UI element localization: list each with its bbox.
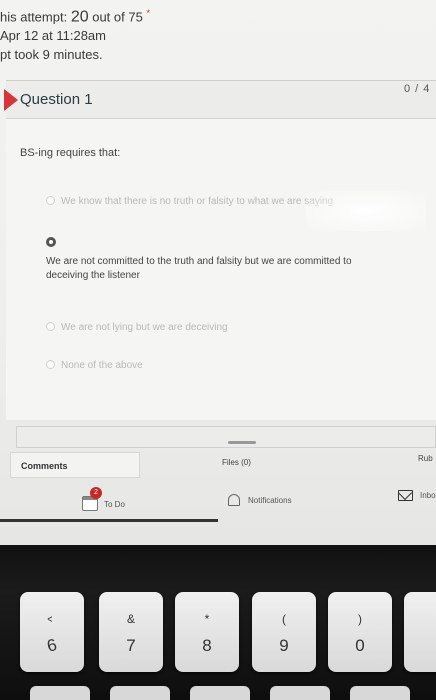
key-lower-row[interactable]	[190, 686, 250, 700]
key-symbol: *	[204, 612, 210, 626]
key-symbol: (	[282, 612, 286, 626]
drawer-drag-handle[interactable]	[228, 441, 256, 444]
key-6[interactable]: ^ 6	[20, 592, 84, 672]
key-digit: 0	[355, 636, 365, 655]
answer-option-selected[interactable]: We are not committed to the truth and fa…	[46, 237, 396, 283]
radio-button-icon	[46, 322, 55, 331]
key-symbol: )	[358, 612, 362, 626]
bottom-navigation: 2 To Do Notifications Inbo	[0, 484, 436, 524]
attempt-submitted-date: Apr 12 at 11:28am	[0, 28, 106, 44]
screen-glare	[306, 191, 426, 231]
screen: his attempt: 20 out of 75 * Apr 12 at 11…	[0, 0, 436, 545]
key-lower-row[interactable]	[110, 686, 170, 700]
key-digit: 9	[279, 636, 289, 655]
answer-text: We are not lying but we are deceiving	[61, 322, 228, 333]
active-tab-indicator	[0, 519, 218, 522]
envelope-icon	[398, 490, 413, 501]
attempt-score-value: 20	[70, 8, 89, 26]
feedback-tabbar: Comments Files (0) Rub	[0, 452, 436, 480]
answer-text: We know that there is no truth or falsit…	[61, 196, 334, 207]
key-symbol: &	[126, 612, 135, 626]
tab-files[interactable]: Files (0)	[222, 458, 251, 467]
key-digit: 8	[202, 636, 212, 655]
key-digit: 7	[126, 636, 136, 655]
answer-text: We are not committed to the truth and fa…	[46, 256, 352, 281]
nav-inbox-label: Inbo	[420, 491, 436, 500]
incorrect-flag-icon	[4, 89, 18, 111]
answer-option[interactable]: We are not lying but we are deceiving	[46, 321, 228, 335]
key-0[interactable]: ) 0	[328, 592, 392, 672]
key-minus[interactable]	[404, 592, 436, 672]
radio-button-icon	[46, 360, 55, 369]
key-lower-row[interactable]	[270, 686, 330, 700]
attempt-score-suffix: out of 75	[88, 9, 143, 25]
question-header: Question 1 0 / 4	[4, 81, 436, 119]
attempt-score-prefix: his attempt:	[0, 9, 71, 25]
key-7[interactable]: & 7	[99, 592, 163, 672]
bell-icon	[228, 494, 240, 506]
question-card: Question 1 0 / 4 BS-ing requires that: W…	[4, 80, 436, 420]
question-text: BS-ing requires that:	[20, 147, 121, 159]
key-8[interactable]: * 8	[175, 592, 239, 672]
next-question-strip	[16, 426, 436, 448]
attempt-duration: pt took 9 minutes.	[0, 47, 103, 63]
radio-button-icon	[46, 196, 55, 205]
key-9[interactable]: ( 9	[252, 592, 316, 672]
required-mark: *	[146, 8, 150, 18]
nav-todo-label: To Do	[104, 500, 125, 509]
question-title: Question 1	[20, 91, 93, 108]
answer-text: None of the above	[61, 360, 143, 371]
todo-badge: 2	[90, 487, 102, 499]
attempt-score-line: his attempt: 20 out of 75 *	[0, 4, 200, 26]
tab-comments[interactable]: Comments	[10, 452, 140, 478]
tab-rubric[interactable]: Rub	[418, 454, 433, 463]
nav-notifications-label: Notifications	[248, 496, 292, 505]
radio-selected-icon	[46, 237, 56, 247]
key-lower-row[interactable]	[30, 686, 90, 700]
attempt-summary: his attempt: 20 out of 75 * Apr 12 at 11…	[0, 4, 200, 64]
answer-option[interactable]: None of the above	[46, 359, 143, 373]
key-lower-row[interactable]	[350, 686, 410, 700]
question-points: 0 / 4	[404, 83, 431, 95]
